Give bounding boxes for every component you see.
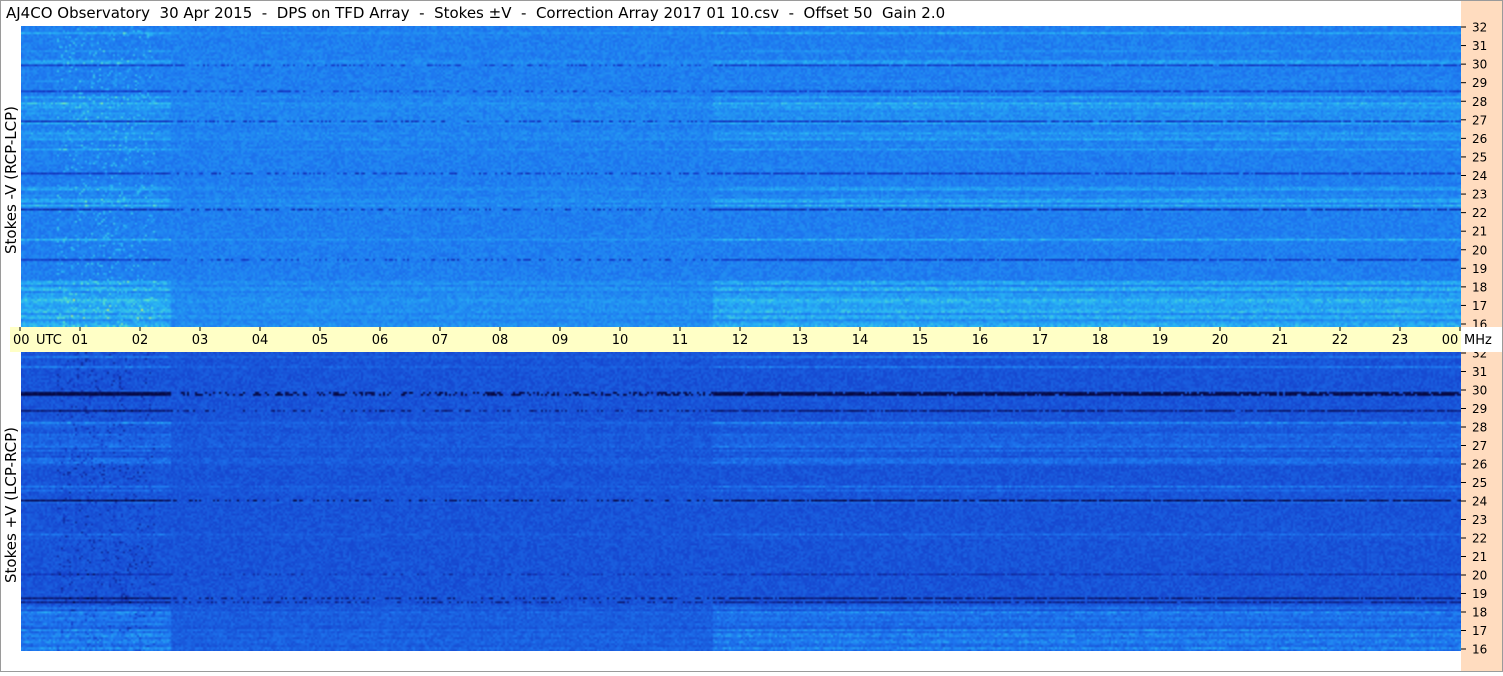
time-tick-label: 01: [72, 333, 89, 348]
time-tick-label: 06: [372, 333, 389, 348]
time-tick-label: 04: [252, 333, 269, 348]
time-tick-label: 11: [672, 333, 689, 348]
time-tick-label: 20: [1212, 333, 1229, 348]
time-axis-unit: UTC: [36, 333, 62, 348]
time-tick-label: 18: [1092, 333, 1109, 348]
time-tick-label: 21: [1272, 333, 1289, 348]
time-axis: 00 01 02 03 04 05 06 07 08 09 10 11 12 13 14 15 16 17 18 19…: [10, 327, 1492, 352]
time-tick-label: 00: [13, 333, 30, 348]
time-tick-label: 22: [1332, 333, 1349, 348]
time-tick-label: 17: [1032, 333, 1049, 348]
time-axis-svg: 00 01 02 03 04 05 06 07 08 09 10 11 12 13 14 15 16 17 18 19…: [13, 327, 1492, 348]
time-tick-label: 16: [972, 333, 989, 348]
time-tick-label: 19: [1152, 333, 1169, 348]
freq-axis-unit: MHz: [1464, 333, 1492, 348]
time-tick-label: 23: [1392, 333, 1409, 348]
time-tick-label: 03: [192, 333, 209, 348]
time-tick-label: 10: [612, 333, 629, 348]
time-tick-label: 05: [312, 333, 329, 348]
time-tick-label: 08: [492, 333, 509, 348]
time-tick-label: 00: [1442, 333, 1459, 348]
time-tick-label: 02: [132, 333, 149, 348]
time-tick-label: 13: [792, 333, 809, 348]
time-tick-label: 12: [732, 333, 749, 348]
time-tick-label: 14: [852, 333, 869, 348]
time-tick-label: 15: [912, 333, 929, 348]
time-tick-label: 07: [432, 333, 449, 348]
time-tick-label: 09: [552, 333, 569, 348]
